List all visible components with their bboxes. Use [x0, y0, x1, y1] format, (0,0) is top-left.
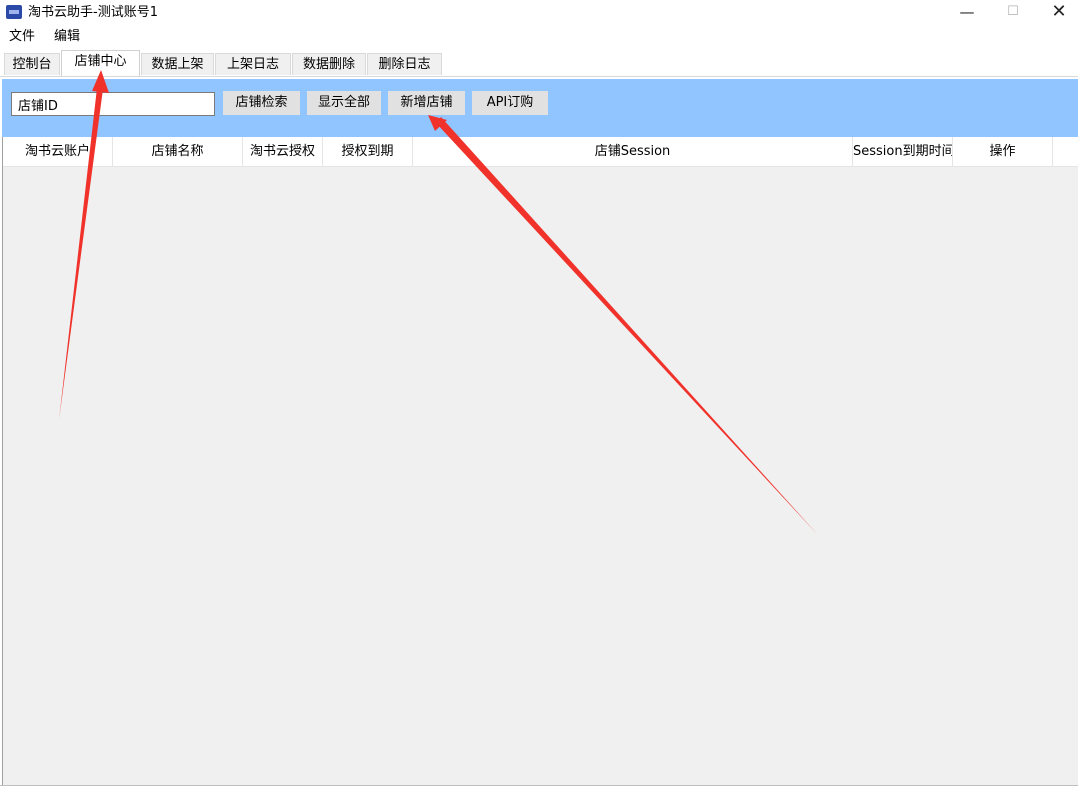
close-button[interactable]: ✕ — [1036, 0, 1078, 26]
maximize-button[interactable]: ☐ — [990, 0, 1036, 26]
app-icon — [6, 5, 22, 19]
shop-id-input[interactable] — [11, 92, 215, 116]
add-shop-button[interactable]: 新增店铺 — [388, 91, 465, 115]
column-header-auth-expiry[interactable]: 授权到期 — [323, 137, 413, 166]
status-strip — [0, 785, 1078, 789]
show-all-button[interactable]: 显示全部 — [307, 91, 381, 115]
menu-file[interactable]: 文件 — [9, 29, 35, 45]
tab-data-delete[interactable]: 数据删除 — [292, 53, 366, 75]
shop-table[interactable]: 淘书云账户 店铺名称 淘书云授权 授权到期 店铺Session Session到… — [2, 137, 1078, 785]
tab-strip: 控制台 店铺中心 数据上架 上架日志 数据删除 删除日志 — [0, 48, 1078, 77]
tab-delete-log[interactable]: 删除日志 — [367, 53, 442, 75]
menu-bar: 文件 编辑 — [0, 26, 1078, 48]
tab-console[interactable]: 控制台 — [4, 53, 60, 75]
tab-listing-log[interactable]: 上架日志 — [215, 53, 291, 75]
column-header-authorization[interactable]: 淘书云授权 — [243, 137, 323, 166]
title-bar[interactable]: 淘书云助手-测试账号1 — ☐ ✕ — [0, 0, 1078, 26]
menu-edit[interactable]: 编辑 — [54, 29, 80, 45]
tab-data-listing[interactable]: 数据上架 — [141, 53, 214, 75]
column-header-shop-name[interactable]: 店铺名称 — [113, 137, 243, 166]
tab-shop-center[interactable]: 店铺中心 — [61, 50, 140, 76]
table-header: 淘书云账户 店铺名称 淘书云授权 授权到期 店铺Session Session到… — [3, 137, 1078, 167]
column-header-account[interactable]: 淘书云账户 — [3, 137, 113, 166]
shop-toolbar: 店铺检索 显示全部 新增店铺 API订购 — [2, 79, 1078, 137]
shop-search-button[interactable]: 店铺检索 — [223, 91, 300, 115]
column-header-shop-session[interactable]: 店铺Session — [413, 137, 853, 166]
app-window: 淘书云助手-测试账号1 — ☐ ✕ 文件 编辑 控制台 店铺中心 数据上架 上架… — [0, 0, 1078, 789]
minimize-button[interactable]: — — [944, 0, 990, 26]
window-title: 淘书云助手-测试账号1 — [28, 5, 158, 20]
api-subscribe-button[interactable]: API订购 — [472, 91, 548, 115]
column-header-session-expiry[interactable]: Session到期时间 — [853, 137, 953, 166]
column-header-actions[interactable]: 操作 — [953, 137, 1053, 166]
